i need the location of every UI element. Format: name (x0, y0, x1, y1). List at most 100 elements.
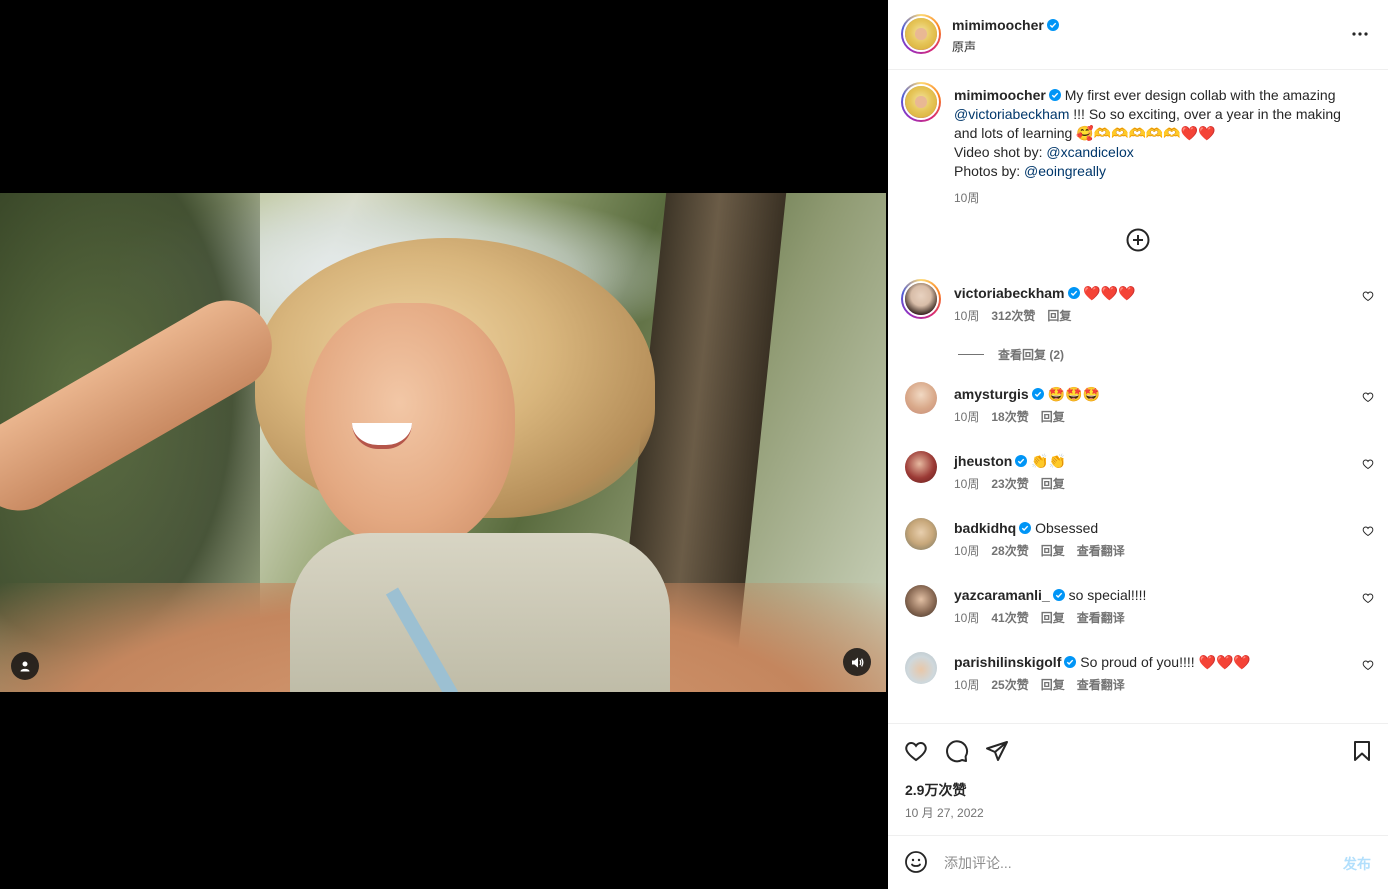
caption-meta: 10周 (954, 189, 979, 206)
comment-age: 10周 (954, 309, 980, 323)
comment-icon[interactable] (945, 739, 969, 763)
comment-age: 10周 (954, 678, 980, 692)
heart-icon[interactable] (904, 739, 928, 763)
audio-label[interactable]: 原声 (952, 38, 1059, 55)
comment-age: 10周 (954, 410, 980, 424)
mention-link[interactable]: @eoingreally (1024, 163, 1106, 179)
comment-avatar[interactable] (905, 518, 937, 550)
comment-text: so special!!!! (1068, 587, 1147, 603)
comment-body: badkidhq Obsessed (954, 519, 1098, 537)
comment-body: amysturgis 🤩🤩🤩 (954, 385, 1100, 403)
caption-avatar[interactable] (901, 82, 941, 122)
comment-username[interactable]: victoriabeckham (954, 285, 1065, 301)
verified-icon (1052, 589, 1065, 601)
tagged-users-button[interactable] (11, 652, 39, 680)
comment-likes[interactable]: 41次赞 (991, 609, 1028, 626)
comment-text: ❤️❤️❤️ (1083, 285, 1136, 301)
comment-text: So proud of you!!!! ❤️❤️❤️ (1080, 654, 1251, 670)
comment-meta: 10周 28次赞 回复 查看翻译 (954, 542, 1125, 559)
heart-icon[interactable] (1362, 391, 1374, 403)
comment-meta: 10周 23次赞 回复 (954, 475, 1065, 492)
comment-avatar[interactable] (905, 585, 937, 617)
comment-age: 10周 (954, 477, 980, 491)
heart-icon[interactable] (1362, 290, 1374, 302)
sound-icon (851, 657, 863, 667)
comment-age: 10周 (954, 611, 980, 625)
comment-likes[interactable]: 18次赞 (991, 408, 1028, 425)
reply-button[interactable]: 回复 (1047, 307, 1071, 324)
comment-text: 👏👏 (1031, 453, 1067, 469)
author-username[interactable]: mimimoocher (952, 17, 1044, 33)
emoji-icon[interactable] (904, 850, 928, 874)
comment-username[interactable]: badkidhq (954, 520, 1016, 536)
comment-username[interactable]: yazcaramanli_ (954, 587, 1050, 603)
caption-username[interactable]: mimimoocher (954, 87, 1046, 103)
comment-likes[interactable]: 25次赞 (991, 676, 1028, 693)
caption-text: Photos by: (954, 163, 1021, 179)
comment-avatar[interactable] (905, 451, 937, 483)
post-caption: mimimoocher My first ever design collab … (954, 86, 1354, 181)
heart-icon[interactable] (1362, 525, 1374, 537)
mention-link[interactable]: @xcandicelox (1046, 144, 1133, 160)
author-avatar[interactable] (901, 14, 941, 54)
comment-body: parishilinskigolf So proud of you!!!! ❤️… (954, 653, 1251, 671)
comment-likes[interactable]: 312次赞 (991, 307, 1035, 324)
caption-text: Video shot by: (954, 144, 1043, 160)
reply-button[interactable]: 回复 (1041, 475, 1065, 492)
post-date: 10 月 27, 2022 (905, 806, 984, 820)
heart-icon[interactable] (1362, 659, 1374, 671)
sound-toggle-button[interactable] (843, 648, 871, 676)
caption-text: !!! So so exciting, over a year in the m… (1073, 106, 1341, 122)
comment-avatar[interactable] (905, 382, 937, 414)
verified-icon (1015, 455, 1028, 467)
comment-username[interactable]: amysturgis (954, 386, 1029, 402)
comment-meta: 10周 41次赞 回复 查看翻译 (954, 609, 1125, 626)
translate-button[interactable]: 查看翻译 (1077, 676, 1125, 693)
heart-icon[interactable] (1362, 592, 1374, 604)
verified-icon (1048, 89, 1061, 101)
add-circle-icon[interactable] (1126, 228, 1150, 252)
more-icon[interactable] (1350, 24, 1370, 44)
comment-username[interactable]: parishilinskigolf (954, 654, 1061, 670)
comment-body: yazcaramanli_ so special!!!! (954, 586, 1146, 604)
comment-body: victoriabeckham ❤️❤️❤️ (954, 284, 1136, 302)
comment-likes[interactable]: 23次赞 (991, 475, 1028, 492)
replies-line (958, 354, 984, 355)
caption-text: My first ever design collab with the ama… (1064, 87, 1336, 103)
comment-age: 10周 (954, 544, 980, 558)
comment-input[interactable]: 添加评论... (944, 853, 1012, 873)
bookmark-icon[interactable] (1350, 739, 1374, 763)
translate-button[interactable]: 查看翻译 (1077, 609, 1125, 626)
verified-icon (1031, 388, 1044, 400)
comment-likes[interactable]: 28次赞 (991, 542, 1028, 559)
comment-avatar[interactable] (905, 652, 937, 684)
reply-button[interactable]: 回复 (1041, 609, 1065, 626)
verified-icon (1064, 656, 1077, 668)
likes-count[interactable]: 2.9万次赞 (905, 780, 966, 800)
translate-button[interactable]: 查看翻译 (1077, 542, 1125, 559)
comment-meta: 10周 25次赞 回复 查看翻译 (954, 676, 1125, 693)
view-replies-label: 查看回复 (2) (998, 348, 1065, 362)
post-header: mimimoocher 原声 (888, 0, 1388, 70)
media-viewer (0, 0, 888, 889)
post-video[interactable] (0, 193, 886, 692)
post-actions: 2.9万次赞 10 月 27, 2022 (888, 723, 1388, 835)
heart-icon[interactable] (1362, 458, 1374, 470)
reply-button[interactable]: 回复 (1041, 676, 1065, 693)
caption-text: and lots of learning 🥰🫶🫶🫶🫶🫶❤️❤️ (954, 125, 1216, 141)
verified-icon (1067, 287, 1080, 299)
view-replies-button[interactable]: 查看回复 (2) (958, 346, 1064, 363)
mention-link[interactable]: @victoriabeckham (954, 106, 1069, 122)
caption-age: 10周 (954, 191, 980, 205)
reply-button[interactable]: 回复 (1041, 408, 1065, 425)
comment-meta: 10周 18次赞 回复 (954, 408, 1065, 425)
user-icon (20, 661, 30, 672)
comment-body: jheuston 👏👏 (954, 452, 1066, 470)
comment-avatar[interactable] (901, 279, 941, 319)
share-icon[interactable] (985, 739, 1009, 763)
post-comment-button[interactable]: 发布 (1343, 854, 1371, 874)
comment-text: Obsessed (1035, 520, 1099, 536)
comment-text: 🤩🤩🤩 (1047, 386, 1100, 402)
comment-username[interactable]: jheuston (954, 453, 1012, 469)
reply-button[interactable]: 回复 (1041, 542, 1065, 559)
